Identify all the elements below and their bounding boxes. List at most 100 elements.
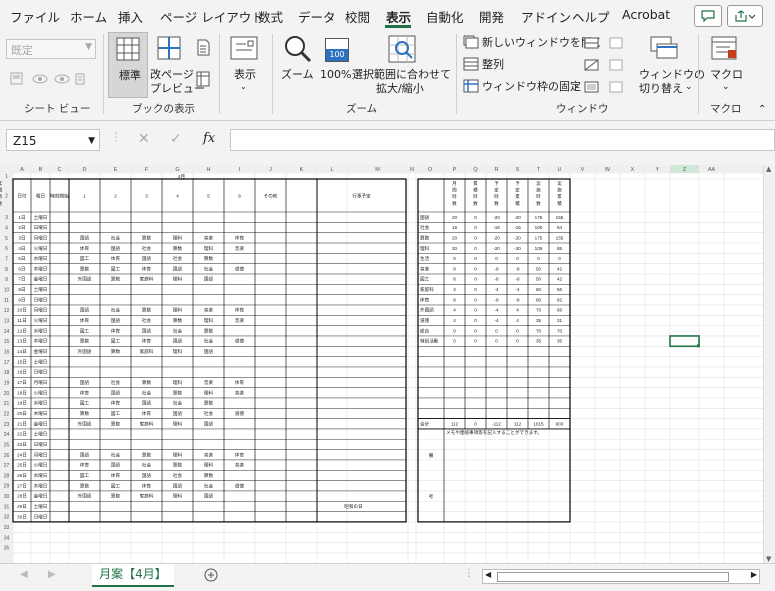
- lesson-cell: 国語: [111, 389, 121, 396]
- comment-icon: [701, 10, 715, 23]
- date-cell: 18日: [17, 390, 27, 396]
- lesson-cell: 社会: [173, 327, 183, 334]
- tab-formulas[interactable]: 数式: [258, 7, 283, 26]
- subject-hours: 0: [474, 297, 477, 302]
- insert-function-icon[interactable]: fx: [203, 131, 215, 146]
- row-header: 23: [4, 422, 10, 428]
- lesson-cell: 理科: [173, 379, 183, 386]
- add-sheet-icon[interactable]: [204, 568, 218, 582]
- normal-view-button[interactable]: 標準: [108, 32, 148, 98]
- tab-help[interactable]: ヘルプ: [572, 7, 610, 26]
- collapse-ribbon-icon[interactable]: ⌃: [758, 104, 766, 115]
- scroll-left-icon[interactable]: ◀: [485, 570, 491, 579]
- row-header: 5: [5, 236, 8, 242]
- row-header: 19: [4, 380, 10, 386]
- lesson-cell: 算数: [142, 307, 152, 314]
- scroll-right-icon[interactable]: ▶: [751, 570, 757, 579]
- scroll-right-icon[interactable]: ▶: [48, 569, 56, 580]
- lesson-cell: 算数: [142, 234, 152, 241]
- page-layout-icons[interactable]: [196, 39, 210, 99]
- switch-windows-button[interactable]: ウィンドウの 切り替え ⌄: [635, 32, 705, 96]
- zoom-button[interactable]: ズーム: [278, 32, 318, 96]
- worksheet-canvas[interactable]: ABCDEFGHIJKLMNOPQRSTUVWXYZAA123456789101…: [0, 165, 763, 563]
- lesson-cell: 体育: [235, 451, 245, 458]
- tab-file[interactable]: ファイル: [10, 7, 60, 26]
- chevron-down-icon: ⌄: [240, 82, 247, 91]
- tab-insert[interactable]: 挿入: [118, 7, 143, 26]
- tab-view[interactable]: 表示: [386, 7, 411, 26]
- hours-header-char: 月: [452, 181, 456, 187]
- share-button[interactable]: [727, 5, 763, 27]
- arrange-button[interactable]: 整列: [463, 56, 523, 72]
- date-cell: 2日: [18, 225, 25, 231]
- arrange-label: 整列: [482, 58, 504, 71]
- lesson-cell: 体育: [142, 410, 152, 417]
- date-cell: 21日: [17, 421, 27, 427]
- subject-hours: 8: [453, 297, 456, 302]
- subject-hours: -4: [494, 308, 499, 313]
- tab-addins[interactable]: アドイン: [521, 7, 571, 26]
- zoom-to-selection-button[interactable]: 選択範囲に合わせて 拡大/縮小: [352, 32, 451, 96]
- scroll-thumb[interactable]: [497, 572, 729, 582]
- page-break-preview-button[interactable]: 改ページ プレビュー: [148, 32, 205, 96]
- name-box[interactable]: Z15 ▼: [6, 129, 100, 151]
- window-small-icons[interactable]: [584, 37, 624, 95]
- sheet-view-dropdown[interactable]: 既定 ▼: [6, 39, 96, 59]
- date-cell: 24日: [17, 452, 27, 458]
- show-button[interactable]: 表示 ⌄: [226, 32, 262, 96]
- row-header: 24: [4, 432, 10, 438]
- enter-icon[interactable]: ✓: [170, 131, 182, 147]
- macro-button[interactable]: マクロ ⌄: [704, 32, 746, 96]
- formula-input[interactable]: [230, 129, 775, 151]
- tab-page-layout[interactable]: ページ レイアウト: [160, 7, 264, 26]
- zoom-100-button[interactable]: 100 100%: [320, 32, 352, 96]
- subject-hours: 105: [535, 246, 543, 251]
- menu-bar: ファイル ホーム 挿入 ページ レイアウト 数式 データ 校閲 表示 自動化 開…: [0, 0, 775, 30]
- scroll-left-icon[interactable]: ◀: [20, 569, 28, 580]
- subject-name: 国語: [420, 214, 430, 221]
- row-header: 1: [5, 174, 8, 180]
- hours-header-char: 時: [452, 194, 457, 199]
- cancel-icon[interactable]: ✕: [138, 131, 150, 147]
- date-cell: 9日: [18, 297, 25, 303]
- date-cell: 30日: [17, 514, 27, 520]
- vertical-scrollbar[interactable]: ▲ ▼: [763, 165, 775, 563]
- tab-home[interactable]: ホーム: [70, 7, 107, 26]
- lesson-cell: 算数: [111, 276, 121, 283]
- tab-developer[interactable]: 開発: [479, 7, 504, 26]
- hours-header-char: 施: [557, 187, 562, 194]
- tab-automate[interactable]: 自動化: [426, 7, 464, 26]
- lesson-cell: 体育: [235, 379, 245, 386]
- column-header: R: [495, 167, 499, 173]
- weekday-cell: 金曜日: [34, 420, 48, 427]
- date-cell: 27日: [17, 483, 27, 489]
- new-window-button[interactable]: 新しいウィンドウを開く: [463, 34, 603, 50]
- weekday-cell: 日曜日: [34, 297, 48, 303]
- scroll-up-icon[interactable]: ▲: [766, 165, 771, 173]
- lesson-cell: 音楽: [204, 451, 214, 458]
- tab-data[interactable]: データ: [298, 7, 336, 26]
- tab-review[interactable]: 校閲: [345, 7, 370, 26]
- horizontal-scrollbar[interactable]: ◀ ▶: [482, 569, 760, 584]
- sheet-tab-april[interactable]: 月案【4月】: [92, 564, 174, 587]
- worksheet-grid[interactable]: ABCDEFGHIJKLMNOPQRSTUVWXYZAA123456789101…: [0, 165, 763, 563]
- column-header: W: [605, 167, 611, 173]
- row-header: 10: [4, 287, 10, 293]
- date-cell: 23日: [17, 442, 27, 448]
- memo-note: メモや連絡事項等を記入することができます。: [446, 429, 542, 436]
- freeze-panes-button[interactable]: ウィンドウ枠の固定 ⌄: [463, 78, 581, 94]
- date-cell: 15日: [17, 359, 27, 365]
- scroll-down-icon[interactable]: ▼: [766, 555, 771, 563]
- page-break-icon: [157, 36, 181, 60]
- subject-hours: 0: [474, 277, 477, 282]
- tab-acrobat[interactable]: Acrobat: [622, 7, 670, 22]
- zoom-label: ズーム: [281, 68, 314, 81]
- hours-header-char: 累: [515, 194, 520, 199]
- subject-hours: 100: [535, 225, 543, 230]
- comments-button[interactable]: [694, 5, 722, 27]
- window-group-label: ウィンドウ: [556, 103, 609, 115]
- column-header: G: [175, 167, 179, 173]
- row-header: 31: [4, 504, 10, 510]
- active-tab-indicator: [385, 25, 411, 28]
- lesson-cell: 体育: [142, 265, 152, 272]
